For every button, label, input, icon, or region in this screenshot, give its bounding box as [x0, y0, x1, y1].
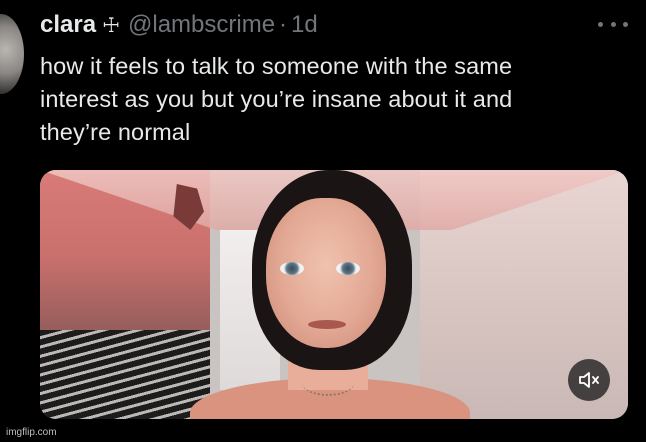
video-player[interactable] [40, 170, 628, 419]
person-mouth [308, 320, 346, 329]
watermark: imgflip.com [6, 427, 57, 438]
user-handle[interactable]: @lambscrime [128, 11, 275, 39]
person-right-eye [336, 262, 360, 275]
separator-dot: · [279, 11, 288, 38]
tweet-text: how it feels to talk to someone with the… [40, 53, 513, 145]
person-left-eye [280, 262, 304, 275]
avatar[interactable] [0, 14, 24, 94]
cross-symbol-icon: ☩ [102, 14, 120, 37]
speaker-muted-icon [579, 372, 599, 388]
post-time[interactable]: 1d [291, 11, 318, 39]
tweet-header: clara ☩ @lambscrime · 1d [40, 10, 318, 40]
person-necklace [302, 370, 354, 396]
display-name[interactable]: clara [40, 11, 96, 39]
mute-button[interactable] [568, 359, 610, 401]
more-options-icon[interactable] [598, 14, 628, 34]
scene-foreground-object [40, 330, 210, 419]
